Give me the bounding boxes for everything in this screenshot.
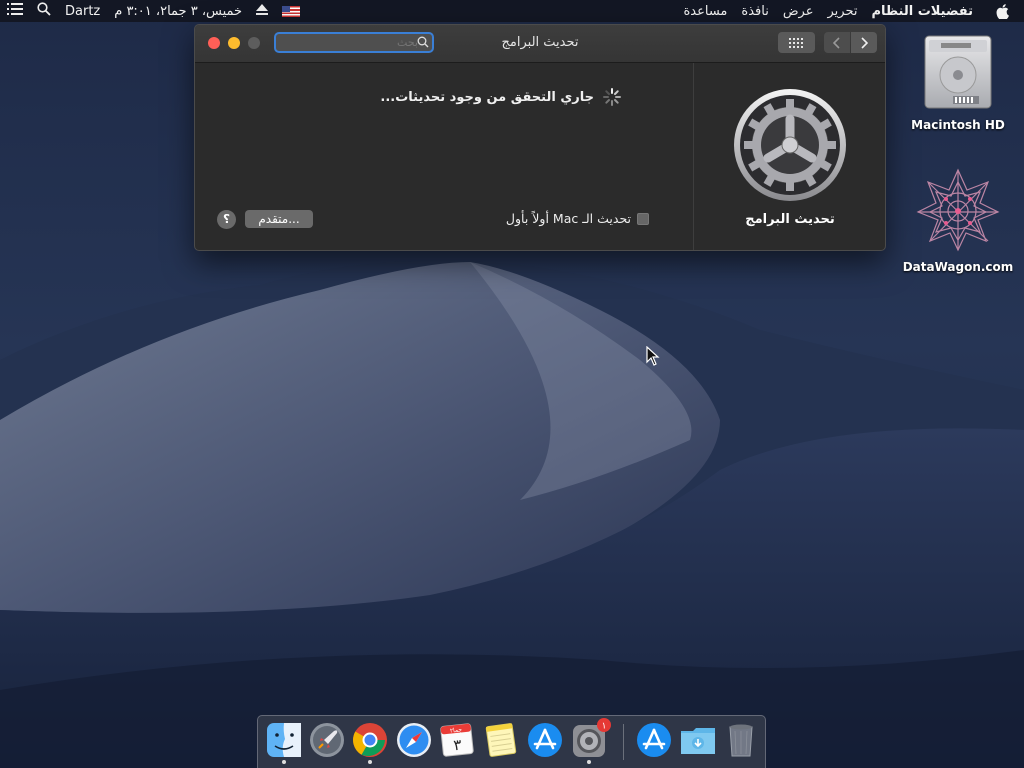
apple-menu-icon[interactable] (980, 3, 1024, 19)
running-indicator (282, 760, 286, 764)
spotlight-search-icon[interactable] (37, 2, 51, 20)
desktop-icon-label: Macintosh HD (911, 118, 1005, 132)
calendar-month: جما٢ (450, 726, 463, 734)
software-update-gear-icon (734, 89, 846, 201)
dock-downloads-folder[interactable] (679, 721, 717, 759)
menu-help[interactable]: مساعدة (676, 4, 734, 19)
back-button[interactable] (824, 32, 850, 53)
status-row: جاري التحقق من وجود تحديثات... (380, 87, 622, 107)
dock-notes[interactable] (482, 721, 520, 759)
menu-edit[interactable]: تحرير (820, 4, 864, 19)
advanced-button[interactable]: متقدم... (245, 210, 313, 228)
auto-update-label[interactable]: تحديث الـ Mac أولاً بأول (506, 211, 631, 226)
notification-center-icon[interactable] (7, 3, 23, 19)
show-all-button[interactable] (778, 32, 815, 53)
dock-system-preferences[interactable]: ١ (570, 718, 611, 764)
forward-button[interactable] (851, 32, 877, 53)
auto-update-checkbox[interactable] (637, 212, 649, 225)
update-status-pane: جاري التحقق من وجود تحديثات... تحديث الـ… (195, 63, 692, 250)
menu-app-name[interactable]: تفضيلات النظام (864, 4, 980, 19)
safari-compass-icon (397, 723, 431, 757)
grid-icon (788, 37, 803, 48)
menu-view[interactable]: عرض (776, 4, 821, 19)
preference-pane-title: تحديث البرامج (745, 212, 835, 227)
user-menu[interactable]: Dartz (65, 4, 100, 19)
dock-chrome[interactable] (351, 721, 389, 764)
clock-menu[interactable]: خميس، ٣ جما٢، ٣:٠١ م (114, 4, 242, 19)
downloads-folder-icon (681, 728, 715, 754)
trash-icon (729, 724, 753, 757)
menu-bar: تفضيلات النظام تحرير عرض نافذة مساعدة Da… (0, 0, 1024, 22)
dock-finder[interactable] (265, 721, 303, 764)
calendar-icon: جما٢ ٣ (440, 723, 474, 757)
dock-launchpad[interactable] (308, 721, 346, 759)
chevron-left-icon (833, 36, 840, 49)
launchpad-rocket-icon (310, 723, 344, 757)
desktop-icon-label: DataWagon.com (902, 260, 1014, 274)
running-indicator (587, 760, 591, 764)
dock-app-store[interactable] (526, 721, 564, 759)
status-text: جاري التحقق من وجود تحديثات... (380, 89, 594, 105)
auto-update-option[interactable]: تحديث الـ Mac أولاً بأول (506, 211, 649, 226)
finder-icon (267, 723, 301, 757)
dock-trash[interactable] (722, 721, 760, 759)
desktop-icon-datawagon[interactable]: DataWagon.com (898, 168, 1018, 274)
help-button[interactable]: ؟ (217, 210, 236, 229)
chrome-icon (353, 723, 387, 757)
app-store-icon (637, 723, 671, 757)
menu-window[interactable]: نافذة (734, 4, 775, 19)
dock-app-store-downloads[interactable] (635, 721, 673, 759)
badge-count: ١ (602, 722, 607, 732)
dock-safari[interactable] (395, 721, 433, 759)
hard-drive-icon (924, 35, 992, 109)
datawagon-logo-icon (916, 168, 1000, 252)
dock-calendar[interactable]: جما٢ ٣ (438, 721, 476, 759)
mouse-pointer-icon (646, 346, 660, 366)
input-source-us-flag-icon[interactable] (282, 5, 301, 17)
dock: جما٢ ٣ ١ (257, 715, 766, 768)
running-indicator (368, 760, 372, 764)
desktop-icon-macintosh-hd[interactable]: Macintosh HD (898, 30, 1018, 132)
notification-badge: ١ (597, 718, 611, 732)
dock-separator (623, 724, 624, 760)
progress-spinner-icon (603, 88, 621, 106)
app-store-icon (528, 723, 562, 757)
notes-icon (485, 723, 517, 757)
software-update-window: تحديث البرامج (194, 24, 886, 251)
window-titlebar[interactable]: تحديث البرامج (195, 25, 885, 63)
chevron-right-icon (861, 36, 868, 49)
preference-pane-identity: تحديث البرامج (693, 63, 885, 250)
eject-icon[interactable] (256, 3, 269, 19)
